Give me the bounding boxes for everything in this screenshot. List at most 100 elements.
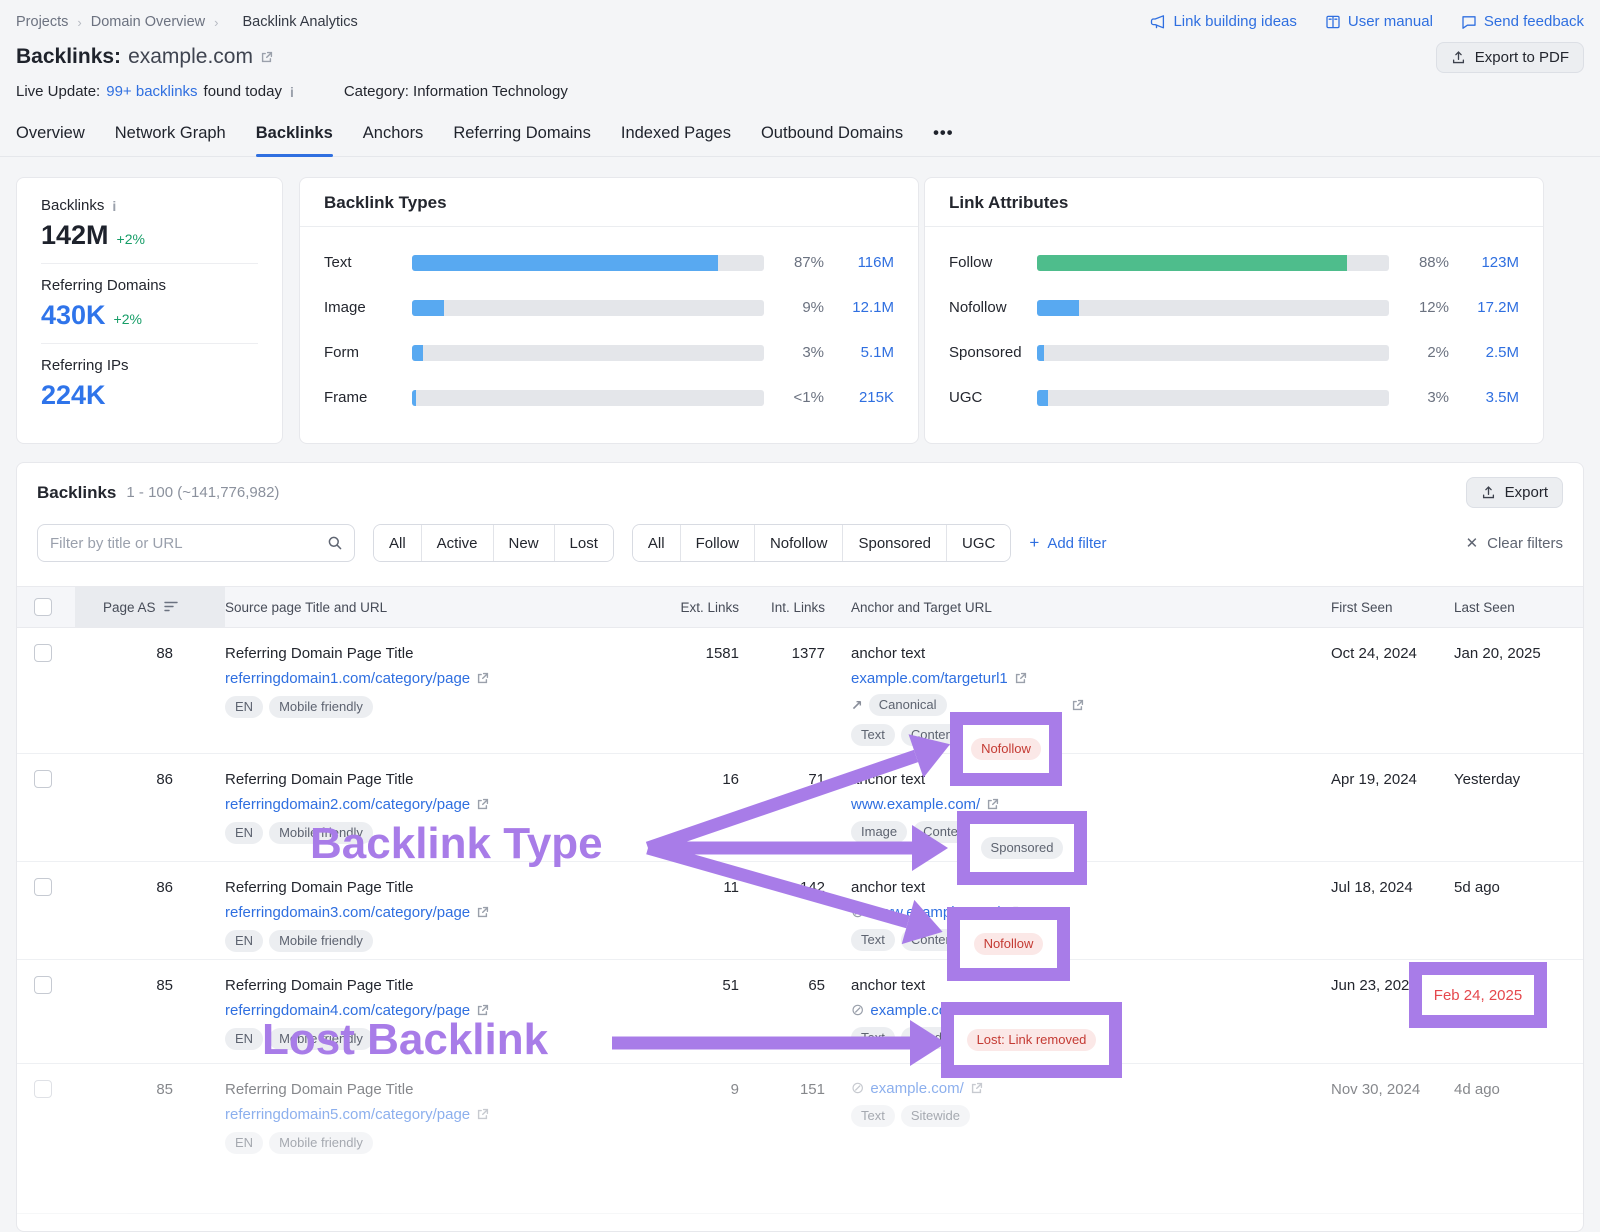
source-cell: Referring Domain Page Titlereferringdoma… xyxy=(225,770,671,844)
tag-badge: EN xyxy=(225,930,263,952)
info-icon[interactable]: i xyxy=(290,84,294,100)
row-checkbox[interactable] xyxy=(34,644,52,662)
filter-status-active[interactable]: Active xyxy=(421,525,493,561)
external-link-icon[interactable] xyxy=(476,906,489,919)
source-tags: ENMobile friendly xyxy=(225,696,671,718)
tab-referring-domains[interactable]: Referring Domains xyxy=(453,124,591,156)
source-url-link[interactable]: referringdomain1.com/category/page xyxy=(225,670,470,687)
column-header-anchor[interactable]: Anchor and Target URL xyxy=(843,600,1315,615)
page-title: Backlinks: xyxy=(16,45,121,69)
filter-status-lost[interactable]: Lost xyxy=(554,525,613,561)
bar-fill xyxy=(1037,345,1044,361)
external-link-icon[interactable] xyxy=(986,798,999,811)
external-link-icon[interactable] xyxy=(1006,906,1019,919)
source-url-link[interactable]: referringdomain5.com/category/page xyxy=(225,1106,470,1123)
tab-backlinks[interactable]: Backlinks xyxy=(256,124,333,156)
ext-links-value: 1581 xyxy=(671,644,757,664)
row-checkbox[interactable] xyxy=(34,976,52,994)
tab-outbound-domains[interactable]: Outbound Domains xyxy=(761,124,903,156)
column-header-last-seen[interactable]: Last Seen xyxy=(1439,600,1545,615)
header-link-send-feedback[interactable]: Send feedback xyxy=(1461,13,1584,30)
external-link-icon[interactable] xyxy=(1014,672,1027,685)
select-all-checkbox[interactable] xyxy=(34,598,52,616)
bar-row-nofollow: Nofollow12%17.2M xyxy=(949,285,1519,330)
row-checkbox[interactable] xyxy=(34,770,52,788)
filter-status-new[interactable]: New xyxy=(493,525,554,561)
link-badge-content: Content xyxy=(901,724,967,746)
external-link-icon[interactable] xyxy=(970,1082,983,1095)
bar-count-link[interactable]: 17.2M xyxy=(1459,299,1519,316)
tab-overview[interactable]: Overview xyxy=(16,124,85,156)
last-seen-value: 5d ago xyxy=(1439,878,1545,898)
int-links-value: 65 xyxy=(757,976,843,996)
header-link-user-manual[interactable]: User manual xyxy=(1325,13,1433,30)
export-button[interactable]: Export xyxy=(1466,477,1563,508)
info-icon[interactable]: i xyxy=(112,198,116,214)
filter-attr-nofollow[interactable]: Nofollow xyxy=(754,525,843,561)
external-link-icon[interactable] xyxy=(476,672,489,685)
column-header-page-as[interactable]: Page AS xyxy=(75,587,225,627)
export-to-pdf-button[interactable]: Export to PDF xyxy=(1436,42,1584,73)
bar-count-link[interactable]: 3.5M xyxy=(1459,389,1519,406)
link-removed-icon: ⊘ xyxy=(851,1081,864,1097)
breadcrumb-item[interactable]: Projects xyxy=(16,14,68,30)
external-link-icon[interactable] xyxy=(476,1108,489,1121)
source-url-link[interactable]: referringdomain2.com/category/page xyxy=(225,796,470,813)
clear-filters-button[interactable]: ✕ Clear filters xyxy=(1466,534,1563,552)
link-removed-icon: ⊘ xyxy=(851,1003,864,1019)
column-header-source[interactable]: Source page Title and URL xyxy=(225,600,671,615)
more-tabs-button[interactable]: ••• xyxy=(933,124,953,156)
target-url-link[interactable]: example.com/targeturl1 xyxy=(851,670,1008,687)
anchor-text: anchor text xyxy=(851,644,1315,663)
bar-count-link[interactable]: 2.5M xyxy=(1459,344,1519,361)
column-header-ext-links[interactable]: Ext. Links xyxy=(671,600,757,615)
bar-count-link[interactable]: 123M xyxy=(1459,254,1519,271)
bar-fill xyxy=(1037,390,1048,406)
row-checkbox[interactable] xyxy=(34,1080,52,1098)
tab-anchors[interactable]: Anchors xyxy=(363,124,424,156)
breadcrumb-item[interactable]: Domain Overview xyxy=(91,14,205,30)
external-link-icon[interactable] xyxy=(476,798,489,811)
external-link-icon[interactable] xyxy=(260,51,273,64)
external-link-icon[interactable] xyxy=(1086,1004,1099,1017)
external-link-icon[interactable] xyxy=(476,1004,489,1017)
bar-count-link[interactable]: 116M xyxy=(834,254,894,271)
anchor-target-cell: anchor textwww.example.com/ImageContent xyxy=(843,770,1315,843)
filter-status-all[interactable]: All xyxy=(374,525,421,561)
row-checkbox[interactable] xyxy=(34,878,52,896)
source-cell: Referring Domain Page Titlereferringdoma… xyxy=(225,878,671,952)
column-header-first-seen[interactable]: First Seen xyxy=(1315,600,1439,615)
anchor-text: anchor text xyxy=(851,770,1315,789)
add-filter-button[interactable]: + Add filter xyxy=(1029,533,1106,553)
target-url-link[interactable]: example.com/ xyxy=(870,1080,963,1097)
plus-icon: + xyxy=(1029,533,1039,553)
ext-links-value: 51 xyxy=(671,976,757,996)
table-row: 88Referring Domain Page Titlereferringdo… xyxy=(17,628,1583,754)
external-link-icon[interactable] xyxy=(1071,699,1084,712)
table-body: 88Referring Domain Page Titlereferringdo… xyxy=(17,628,1583,1214)
tab-network-graph[interactable]: Network Graph xyxy=(115,124,226,156)
live-update-row: Live Update: 99+ backlinks found today i… xyxy=(16,83,1584,100)
search-icon[interactable] xyxy=(316,525,354,561)
source-url-link[interactable]: referringdomain3.com/category/page xyxy=(225,904,470,921)
filter-attr-ugc[interactable]: UGC xyxy=(946,525,1010,561)
chat-icon xyxy=(1461,14,1477,30)
bar-count-link[interactable]: 12.1M xyxy=(834,299,894,316)
bar-count-link[interactable]: 5.1M xyxy=(834,344,894,361)
target-url-link[interactable]: www.example.com/ xyxy=(870,904,999,921)
live-update-link[interactable]: 99+ backlinks xyxy=(106,83,197,100)
source-url-link[interactable]: referringdomain4.com/category/page xyxy=(225,1002,470,1019)
target-url-line: ⊘www.example.com/ xyxy=(851,904,1315,921)
backlinks-table-card: Backlinks 1 - 100 (~141,776,982) Export … xyxy=(16,462,1584,1232)
target-url-link[interactable]: example.com/link-to-your-event xyxy=(870,1002,1079,1019)
bar-count-link[interactable]: 215K xyxy=(834,389,894,406)
header-link-link-building-ideas[interactable]: Link building ideas xyxy=(1150,13,1296,30)
filter-attr-sponsored[interactable]: Sponsored xyxy=(842,525,946,561)
column-header-int-links[interactable]: Int. Links xyxy=(757,600,843,615)
filter-attr-follow[interactable]: Follow xyxy=(680,525,754,561)
filter-attr-all[interactable]: All xyxy=(633,525,680,561)
target-url-link[interactable]: www.example.com/ xyxy=(851,796,980,813)
tab-indexed-pages[interactable]: Indexed Pages xyxy=(621,124,731,156)
filter-input[interactable] xyxy=(38,535,316,552)
bar-percent: 87% xyxy=(774,254,824,271)
